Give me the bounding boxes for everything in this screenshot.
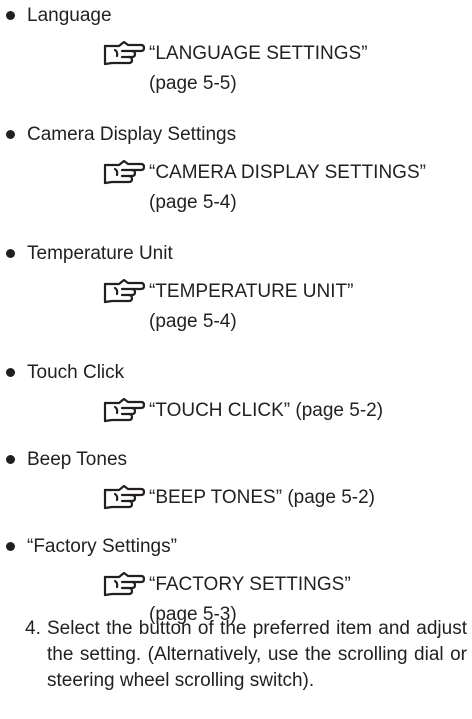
manual-page: Language “LANGUAGE SETTINGS” (page 5-5) … (0, 0, 472, 719)
bullet-icon (6, 11, 15, 20)
item-label: Camera Display Settings (27, 124, 237, 145)
item-label: Temperature Unit (27, 243, 173, 264)
item-label: “Factory Settings” (27, 536, 177, 557)
item-label: Touch Click (27, 362, 125, 383)
reference-text: “CAMERA DISPLAY SETTINGS” (page 5-4) (149, 158, 426, 218)
reference-title: “TEMPERATURE UNIT” (149, 281, 354, 302)
pointing-hand-icon (103, 485, 145, 510)
reference-page: (page 5-4) (149, 192, 237, 213)
bullet-icon (6, 455, 15, 464)
reference-page: (page 5-4) (149, 311, 237, 332)
item-label: Beep Tones (27, 449, 128, 470)
reference-text: “TEMPERATURE UNIT” (page 5-4) (149, 277, 353, 337)
bullet-icon (6, 368, 15, 377)
reference-title: “CAMERA DISPLAY SETTINGS” (149, 162, 426, 183)
step-number: 4. (25, 618, 41, 639)
pointing-hand-icon (103, 160, 145, 185)
reference-text: “LANGUAGE SETTINGS” (page 5-5) (149, 39, 368, 99)
reference-text: “TOUCH CLICK” (page 5-2) (149, 396, 383, 426)
reference-text: “BEEP TONES” (page 5-2) (149, 483, 375, 513)
bullet-icon (6, 249, 15, 258)
reference-page: (page 5-5) (149, 73, 237, 94)
reference-title: “LANGUAGE SETTINGS” (149, 43, 368, 64)
step-text: Select the button of the preferred item … (47, 618, 467, 691)
item-label: Language (27, 5, 112, 26)
reference-title: “BEEP TONES” (page 5-2) (149, 487, 375, 508)
pointing-hand-icon (103, 279, 145, 304)
reference-title: “TOUCH CLICK” (page 5-2) (149, 400, 384, 421)
bullet-icon (6, 130, 15, 139)
reference-title: “FACTORY SETTINGS” (149, 574, 351, 595)
bullet-icon (6, 542, 15, 551)
pointing-hand-icon (103, 41, 145, 66)
pointing-hand-icon (103, 398, 145, 423)
pointing-hand-icon (103, 572, 145, 597)
